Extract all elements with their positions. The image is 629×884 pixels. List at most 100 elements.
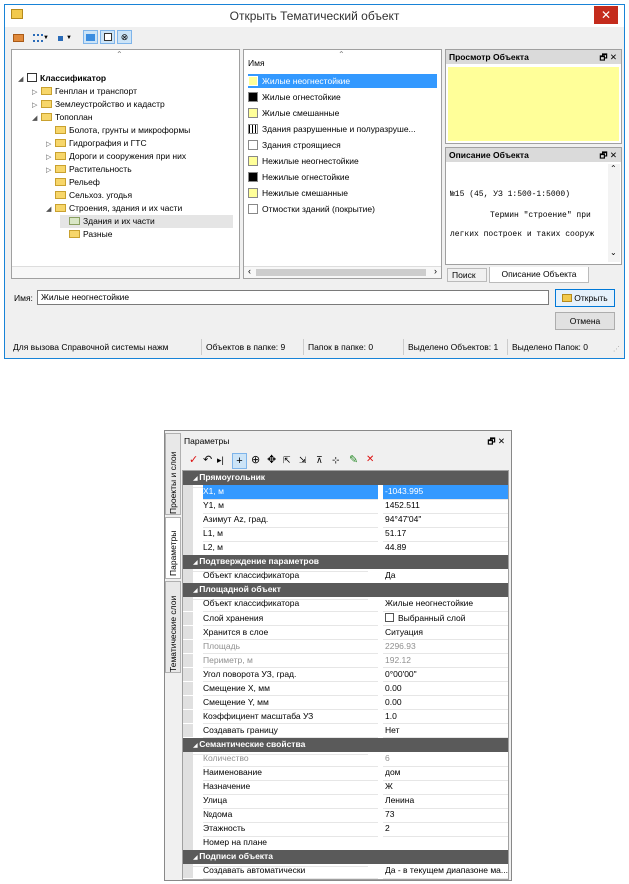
property-value[interactable]: 2296.93 [383,640,508,655]
property-value[interactable]: 0.00 [383,682,508,697]
property-value[interactable]: Ж [383,780,508,795]
property-value[interactable]: 6 [383,752,508,767]
folder-up-icon[interactable] [11,31,25,45]
property-value[interactable]: Выбранный слой [383,612,508,627]
scroll-up-icon[interactable]: ⌃ [116,50,123,59]
property-row[interactable]: Периметр, м 192.12 [183,653,508,669]
tree-item[interactable]: ▷ Гидрография и ГТС [46,137,147,150]
property-value[interactable]: Нет [383,724,508,739]
close-button[interactable]: ✕ [594,6,618,24]
property-value[interactable] [383,836,508,838]
tree-item[interactable]: Рельеф [46,176,100,189]
tree-item[interactable]: Болота, грунты и микроформы [46,124,190,137]
list-item[interactable]: Жилые неогнестойкие [248,74,437,88]
description-pane-icon[interactable] [100,30,115,44]
step-icon[interactable]: ▸| [217,453,224,467]
delete-icon[interactable]: ✕ [366,453,374,467]
property-row[interactable]: Коэффициент масштаба УЗ 1.0 [183,709,508,725]
property-row[interactable]: Площадь 2296.93 [183,639,508,655]
checkbox[interactable] [385,612,394,622]
side-tab-parameters[interactable]: Параметры [165,517,181,579]
property-section[interactable]: ◢ Прямоугольник [183,471,508,488]
property-value[interactable]: 94°47'04" [383,513,508,528]
property-row[interactable]: L1, м 51.17 [183,527,508,542]
property-value[interactable]: 0°00'00" [383,668,508,683]
tree-item[interactable]: ▷ Растительность [46,163,132,176]
description-vscrollbar[interactable]: ⌃ ⌄ [608,164,620,262]
property-value[interactable]: 2 [383,822,508,837]
pointer-text-icon[interactable]: ⇲ [299,453,307,467]
property-row[interactable]: X1, м -1043.995 [183,485,508,500]
property-row[interactable]: Слой хранения Выбранный слой [183,611,508,627]
property-value[interactable]: -1043.995 [383,485,508,500]
list-hscrollbar[interactable]: ‹ › [244,266,441,278]
window-controls[interactable]: 🗗 ✕ [488,434,505,448]
property-value[interactable]: Ленина [383,794,508,809]
align-icon[interactable]: ⊼ [316,453,323,467]
eyedropper-icon[interactable]: ✎ [349,453,358,467]
property-row[interactable]: №дома 73 [183,808,508,823]
collapse-icon[interactable]: ◢ [18,73,27,86]
property-section[interactable]: ◢ Семантические свойства [183,737,508,755]
list-item[interactable]: Нежилые неогнестойкие [248,154,437,168]
list-item[interactable]: Жилые огнестойкие [248,90,437,104]
list-header-name[interactable]: Имя [248,58,265,68]
collapse-icon[interactable]: ◢ [32,112,41,125]
property-row[interactable]: Хранится в слое Ситуация [183,625,508,641]
scroll-down-icon[interactable]: ⌄ [610,248,617,257]
property-value[interactable]: 44.89 [383,541,508,556]
list-item[interactable]: Здания строящиеся [248,138,437,152]
resize-grip-icon[interactable]: ⋰ [613,345,620,353]
view-small-icon[interactable]: ▼ [55,31,75,45]
name-input[interactable]: Жилые неогнестойкие [37,290,549,305]
side-tab-thematic-layers[interactable]: Тематические слои [165,581,181,673]
tree-item[interactable]: ▷ Генплан и транспорт [32,85,137,98]
property-row[interactable]: Y1, м 1452.511 [183,499,508,514]
binoculars-icon[interactable]: ⊗ [117,30,132,44]
property-row[interactable]: Угол поворота УЗ, град. 0°00'00" [183,667,508,683]
property-row[interactable]: L2, м 44.89 [183,541,508,556]
property-row[interactable]: Наименование дом [183,766,508,781]
list-scroll-thumb[interactable] [256,269,426,276]
collapse-icon[interactable]: ◢ [46,203,55,216]
tree-item[interactable]: Разные [60,228,112,241]
tree-hscrollbar[interactable] [12,266,239,278]
scroll-up-icon[interactable]: ⌃ [610,164,617,173]
tree-item[interactable]: ▷ Землеустройство и кадастр [32,98,165,111]
check-icon[interactable]: ✓ [189,453,198,467]
scroll-left-icon[interactable]: ‹ [248,266,251,276]
list-item[interactable]: Жилые смешанные [248,106,437,120]
property-value[interactable]: Да - в текущем диапазоне ма... [383,864,508,879]
property-row[interactable]: Создавать границу Нет [183,723,508,739]
property-value[interactable]: 192.12 [383,654,508,669]
tree-item[interactable]: ▷ Дороги и сооружения при них [46,150,186,163]
tab-description[interactable]: Описание Объекта [489,267,589,283]
pointer-icon[interactable]: ⇱ [283,453,291,467]
property-row[interactable]: Объект классификатора Жилые неогнестойкие [183,597,508,613]
property-section[interactable]: ◢ Подписи объекта [183,850,508,867]
property-row[interactable]: Количество 6 [183,752,508,767]
property-value[interactable]: дом [383,766,508,781]
tree-root[interactable]: ◢ Классификатор [18,72,106,85]
preview-pane-icon[interactable] [83,30,98,44]
property-row[interactable]: Азимут Az, град. 94°47'04" [183,513,508,528]
property-section[interactable]: ◢ Площадной объект [183,583,508,600]
list-item[interactable]: Нежилые огнестойкие [248,170,437,184]
property-row[interactable]: Смещение Y, мм 0.00 [183,695,508,711]
property-row[interactable]: Создавать автоматически Да - в текущем ди… [183,864,508,879]
property-row[interactable]: Этажность 2 [183,822,508,837]
property-value[interactable]: 51.17 [383,527,508,542]
property-row[interactable]: Объект классификатора Да [183,569,508,584]
tree-item[interactable]: ◢ Строения, здания и их части [46,202,182,215]
undo-icon[interactable]: ↶ [203,453,212,467]
cancel-button[interactable]: Отмена [555,312,615,330]
list-item[interactable]: Нежилые смешанные [248,186,437,200]
list-item[interactable]: Отмостки зданий (покрытие) [248,202,437,216]
list-item[interactable]: Здания разрушенные и полуразруше... [248,122,437,136]
crosshair-icon[interactable]: + [232,453,247,469]
move-icon[interactable]: ✥ [267,453,276,467]
preview-controls[interactable]: 🗗 ✕ [600,50,617,64]
property-value[interactable]: 1.0 [383,710,508,725]
property-value[interactable]: 0.00 [383,696,508,711]
tree-item[interactable]: Сельхоз. угодья [46,189,132,202]
